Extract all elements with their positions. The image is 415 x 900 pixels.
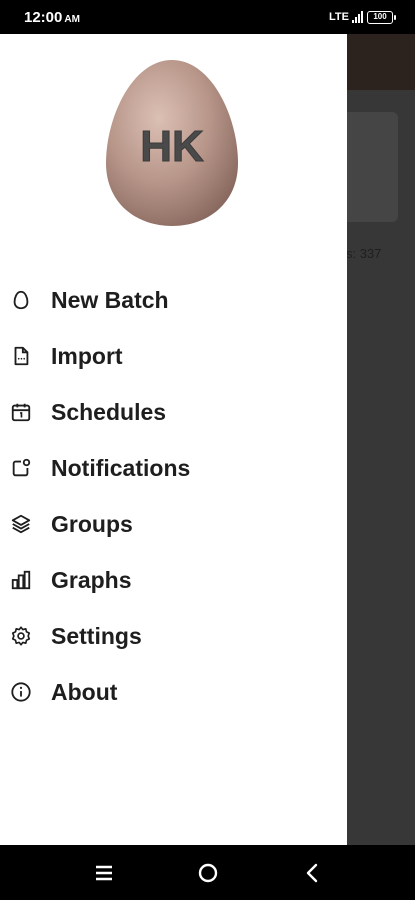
battery-level: 100 bbox=[373, 12, 387, 21]
gear-icon bbox=[8, 623, 34, 649]
menu-item-notifications[interactable]: Notifications bbox=[0, 440, 347, 496]
menu-item-schedules[interactable]: Schedules bbox=[0, 384, 347, 440]
status-time: 12:00 AM bbox=[24, 9, 80, 26]
menu-label: Notifications bbox=[51, 454, 191, 481]
status-indicators: LTE 100 bbox=[329, 9, 396, 25]
menu-label: Settings bbox=[51, 622, 142, 649]
app-logo: HK bbox=[106, 60, 238, 226]
bar-chart-icon bbox=[8, 567, 34, 593]
layers-icon bbox=[8, 511, 34, 537]
drawer-menu: New Batch Import Schedules Notifications… bbox=[0, 272, 347, 720]
back-button[interactable] bbox=[292, 855, 332, 891]
home-button[interactable] bbox=[188, 855, 228, 891]
menu-item-about[interactable]: About bbox=[0, 664, 347, 720]
menu-label: New Batch bbox=[51, 286, 169, 313]
signal-icon bbox=[352, 11, 363, 23]
logo-text: HK bbox=[140, 122, 204, 171]
menu-label: Groups bbox=[51, 510, 133, 537]
status-bar: 12:00 AM LTE 100 bbox=[0, 0, 415, 34]
menu-label: About bbox=[51, 678, 118, 705]
menu-label: Import bbox=[51, 342, 123, 369]
menu-item-groups[interactable]: Groups bbox=[0, 496, 347, 552]
egg-icon bbox=[8, 287, 34, 313]
info-icon bbox=[8, 679, 34, 705]
menu-label: Schedules bbox=[51, 398, 167, 425]
network-type: LTE bbox=[329, 11, 349, 23]
home-icon bbox=[198, 863, 218, 883]
menu-item-new-batch[interactable]: New Batch bbox=[0, 272, 347, 328]
menu-label: Graphs bbox=[51, 566, 132, 593]
system-nav-bar bbox=[0, 845, 415, 900]
recent-apps-button[interactable] bbox=[84, 855, 124, 891]
menu-item-settings[interactable]: Settings bbox=[0, 608, 347, 664]
menu-icon bbox=[96, 865, 112, 881]
menu-item-graphs[interactable]: Graphs bbox=[0, 552, 347, 608]
battery-icon: 100 bbox=[367, 10, 396, 24]
clock: 12:00 bbox=[24, 9, 63, 26]
file-icon bbox=[8, 343, 34, 369]
calendar-icon bbox=[8, 399, 34, 425]
clock-ampm: AM bbox=[64, 14, 80, 25]
notification-icon bbox=[8, 455, 34, 481]
back-icon bbox=[306, 863, 318, 883]
menu-item-import[interactable]: Import bbox=[0, 328, 347, 384]
navigation-drawer: HK New Batch Import Schedules Notificati… bbox=[0, 34, 347, 845]
